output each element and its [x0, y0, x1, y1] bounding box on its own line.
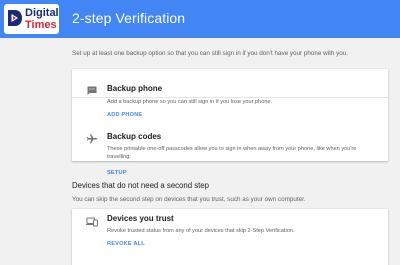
backup-phone-description: Add a backup phone so you can still sign…: [107, 99, 273, 105]
header-bar: Digital Times 2-step Verification: [0, 0, 400, 38]
logo-d-icon: [8, 10, 22, 26]
setup-link[interactable]: SETUP: [107, 170, 127, 176]
devices-you-trust-description: Revoke trusted status from any of your d…: [107, 228, 295, 234]
logo-line-2: Times: [25, 19, 57, 31]
logo-line-1: Digital: [25, 7, 59, 19]
revoke-all-link[interactable]: REVOKE ALL: [107, 241, 145, 247]
backup-codes-title: Backup codes: [107, 132, 162, 141]
airplane-icon: [87, 134, 97, 144]
trusted-devices-intro: You can skip the second step on devices …: [72, 196, 306, 203]
backup-codes-description: These printable one-off passcodes allow …: [107, 146, 357, 160]
backup-phone-title: Backup phone: [107, 84, 163, 93]
message-icon: [87, 86, 97, 95]
devices-you-trust-title: Devices you trust: [107, 214, 174, 223]
trusted-devices-heading: Devices that do not need a second step: [72, 181, 209, 190]
backup-intro-text: Set up at least one backup option so tha…: [72, 50, 348, 57]
logo-wordmark: Digital Times: [25, 7, 59, 31]
add-phone-link[interactable]: ADD PHONE: [107, 112, 142, 118]
page-title: 2-step Verification: [72, 10, 186, 26]
devices-icon: [86, 217, 98, 227]
logo[interactable]: Digital Times: [4, 4, 59, 34]
